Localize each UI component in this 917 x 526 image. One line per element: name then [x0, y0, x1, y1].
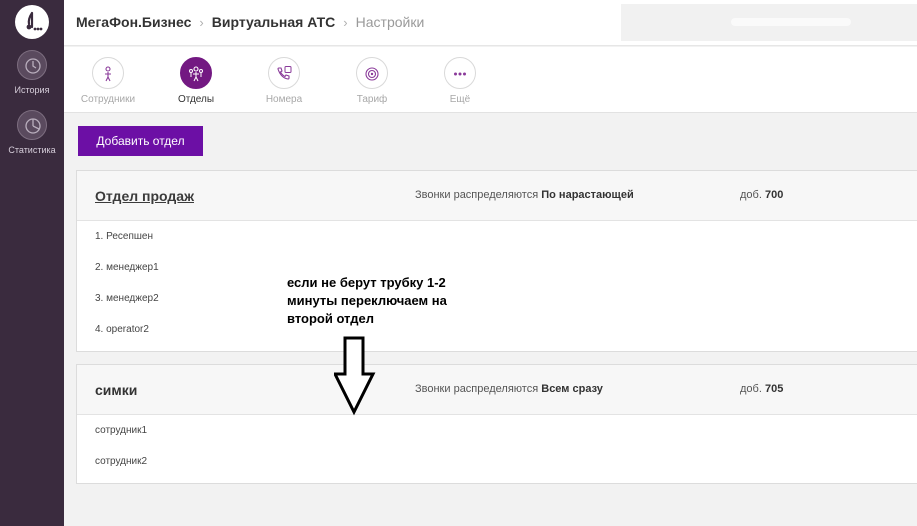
clock-icon	[17, 50, 47, 80]
tab-label: Номера	[265, 94, 303, 105]
extension-value: 700	[764, 189, 784, 201]
breadcrumb-item-virtual-pbx[interactable]: Виртуальная АТС	[212, 14, 336, 30]
distribution-label: Звонки распределяются	[415, 383, 539, 395]
chevron-right-icon: ›	[199, 15, 204, 30]
tariff-icon	[356, 57, 388, 89]
department-card: Отдел продаж Звонки распределяются По на…	[76, 170, 917, 352]
tab-label: Отделы	[177, 94, 215, 105]
breadcrumb-item-settings: Настройки	[355, 14, 425, 30]
arrow-down-icon	[334, 336, 376, 416]
tab-departments[interactable]: Отделы	[161, 57, 231, 105]
settings-tabs: Сотрудники Отделы Номера Тариф Ещё	[64, 47, 917, 113]
tab-label: Сотрудники	[80, 94, 136, 105]
add-department-button[interactable]: Добавить отдел	[78, 126, 203, 156]
tab-employees[interactable]: Сотрудники	[73, 57, 143, 105]
annotation-note: если не берут трубку 1-2 минуты переключ…	[287, 274, 467, 328]
list-item: 3. менеджер2	[95, 293, 159, 304]
list-item: 1. Ресепшен	[95, 231, 153, 242]
list-item: сотрудник2	[95, 456, 148, 467]
annotation-line: если не берут трубку 1-2	[287, 275, 446, 290]
distribution-mode: Звонки распределяются По нарастающей	[415, 189, 634, 201]
redacted-account-name	[731, 18, 851, 26]
more-icon	[444, 57, 476, 89]
chevron-right-icon: ›	[343, 15, 348, 30]
extension-label: доб.	[740, 383, 762, 395]
extension-number: доб. 700	[740, 189, 783, 201]
person-icon	[92, 57, 124, 89]
department-name-link[interactable]: Отдел продаж	[95, 188, 194, 204]
breadcrumb: МегаФон.Бизнес › Виртуальная АТС › Настройки	[76, 14, 424, 30]
tab-label: Ещё	[449, 94, 471, 105]
extension-label: доб.	[740, 189, 762, 201]
sidebar-item-history[interactable]: История	[0, 50, 64, 95]
distribution-mode: Звонки распределяются Всем сразу	[415, 383, 603, 395]
department-card: симки Звонки распределяются Всем сразу д…	[76, 364, 917, 484]
megafon-logo[interactable]	[15, 5, 49, 39]
group-icon	[180, 57, 212, 89]
sidebar: История Статистика	[0, 0, 64, 526]
annotation-line: минуты переключаем на	[287, 293, 447, 308]
department-header: симки Звонки распределяются Всем сразу д…	[77, 365, 917, 415]
extension-value: 705	[764, 383, 784, 395]
extension-number: доб. 705	[740, 383, 783, 395]
distribution-value: По нарастающей	[541, 189, 634, 201]
pie-chart-icon	[17, 110, 47, 140]
annotation-line: второй отдел	[287, 311, 374, 326]
tab-tariff[interactable]: Тариф	[337, 57, 407, 105]
department-name[interactable]: симки	[95, 382, 137, 398]
sidebar-item-statistics[interactable]: Статистика	[0, 110, 64, 155]
distribution-value: Всем сразу	[541, 383, 603, 395]
user-account-box[interactable]	[621, 4, 917, 41]
list-item: 4. operator2	[95, 324, 149, 335]
sidebar-item-label: История	[14, 85, 50, 95]
distribution-label: Звонки распределяются	[415, 189, 539, 201]
top-header: МегаФон.Бизнес › Виртуальная АТС › Настройки	[64, 0, 917, 46]
department-header: Отдел продаж Звонки распределяются По на…	[77, 171, 917, 221]
list-item: 2. менеджер1	[95, 262, 159, 273]
tab-label: Тариф	[356, 94, 388, 105]
phone-icon	[268, 57, 300, 89]
sidebar-item-label: Статистика	[8, 145, 56, 155]
breadcrumb-item-megafon-business[interactable]: МегаФон.Бизнес	[76, 14, 191, 30]
tab-numbers[interactable]: Номера	[249, 57, 319, 105]
tab-more[interactable]: Ещё	[425, 57, 495, 105]
list-item: сотрудник1	[95, 425, 148, 436]
